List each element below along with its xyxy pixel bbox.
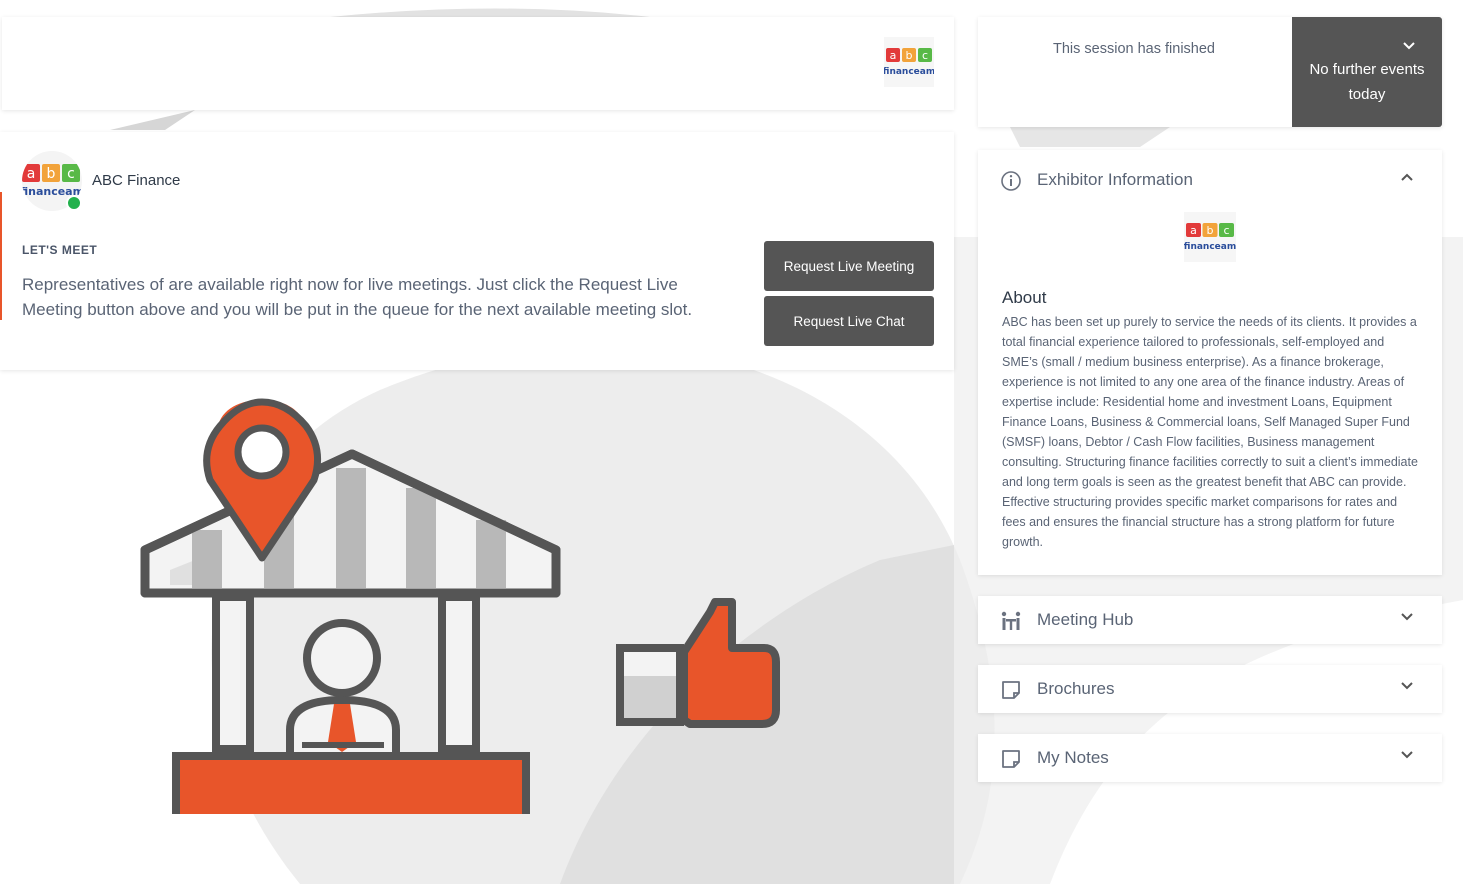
event-banner: a b c financeam [2,17,954,110]
meeting-icon [1001,611,1021,630]
chevron-down-icon [1401,613,1413,621]
my-notes-panel[interactable]: My Notes [978,734,1442,782]
svg-text:c: c [67,166,75,182]
exhibitor-information-header[interactable]: Exhibitor Information [978,150,1442,210]
request-live-chat-button[interactable]: Request Live Chat [764,296,934,346]
document-icon [1002,681,1020,699]
accent-bar [0,192,2,320]
meeting-hub-panel[interactable]: Meeting Hub [978,596,1442,644]
exhibitor-name: ABC Finance [92,172,181,189]
svg-text:financeam: financeam [1184,242,1236,252]
exhibitor-meet-card: a b c financeam ABC Finance LET'S MEET R… [0,132,954,370]
request-live-meeting-button[interactable]: Request Live Meeting [764,241,934,291]
brochures-header[interactable]: Brochures [978,665,1442,713]
meet-description: Representatives of are available right n… [22,275,693,319]
chevron-up-icon [1401,173,1413,181]
svg-text:b: b [1207,224,1214,237]
chevron-down-icon [1403,42,1415,50]
brochures-title: Brochures [1037,679,1115,698]
booth-illustration [140,398,780,814]
events-dropdown-label: No further events today [1309,61,1425,103]
svg-text:a: a [890,49,897,62]
session-status-card: This session has finished No further eve… [978,17,1442,127]
online-status-dot [66,195,82,211]
svg-text:b: b [906,49,913,62]
info-icon [1001,171,1021,191]
svg-text:a: a [1190,224,1197,237]
events-dropdown[interactable]: No further events today [1292,17,1442,127]
svg-text:b: b [47,166,56,182]
company-logo: a b c financeam [883,37,935,87]
about-text: ABC has been set up purely to service th… [1002,315,1418,549]
my-notes-title: My Notes [1037,748,1109,767]
about-heading: About [1002,288,1047,307]
note-icon [1002,750,1020,768]
meeting-hub-title: Meeting Hub [1037,610,1134,629]
brochures-panel[interactable]: Brochures [978,665,1442,713]
session-status-text: This session has finished [1053,41,1215,57]
exhibitor-logo: a b c financeam [1184,212,1236,262]
section-label: LET'S MEET [22,243,98,257]
svg-text:a: a [27,166,36,182]
my-notes-header[interactable]: My Notes [978,734,1442,782]
chevron-down-icon [1401,751,1413,759]
svg-text:financeam: financeam [884,67,934,77]
svg-text:c: c [1223,224,1229,237]
svg-text:c: c [922,49,928,62]
chevron-down-icon [1401,682,1413,690]
meeting-hub-header[interactable]: Meeting Hub [978,596,1442,644]
exhibitor-information-title: Exhibitor Information [1037,170,1193,189]
exhibitor-information-panel: Exhibitor Information a b c financeam Ab… [978,150,1442,575]
